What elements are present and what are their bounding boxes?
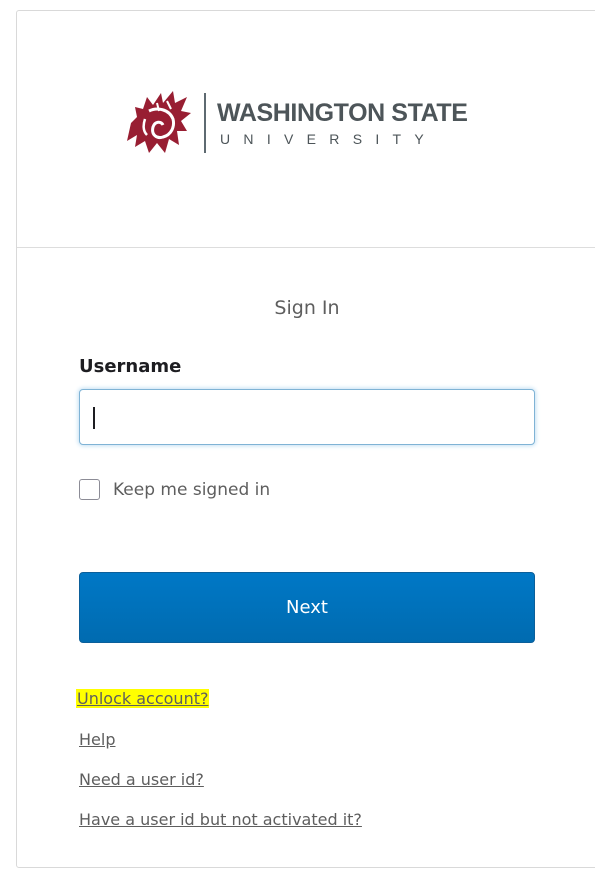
username-input[interactable] — [80, 390, 534, 444]
logo-divider — [204, 93, 206, 153]
username-input-wrapper[interactable] — [79, 389, 535, 445]
next-button[interactable]: Next — [79, 572, 535, 643]
wsu-logo: WASHINGTON STATE UNIVERSITY — [117, 79, 507, 159]
activate-user-id-link[interactable]: Have a user id but not activated it? — [79, 810, 362, 829]
username-label: Username — [79, 356, 182, 377]
brand-name: WASHINGTON STATE — [217, 99, 468, 127]
help-link[interactable]: Help — [79, 730, 115, 749]
brand-header: WASHINGTON STATE UNIVERSITY — [17, 11, 595, 248]
unlock-account-link[interactable]: Unlock account? — [76, 689, 210, 708]
sign-in-card: WASHINGTON STATE UNIVERSITY Sign In User… — [16, 10, 595, 868]
brand-subname: UNIVERSITY — [220, 131, 438, 147]
text-caret — [93, 407, 95, 429]
page-title: Sign In — [274, 297, 340, 319]
remember-checkbox[interactable] — [79, 479, 100, 500]
need-user-id-link[interactable]: Need a user id? — [79, 770, 204, 789]
remember-label[interactable]: Keep me signed in — [113, 480, 270, 500]
wsu-cougar-head-icon — [127, 91, 191, 153]
